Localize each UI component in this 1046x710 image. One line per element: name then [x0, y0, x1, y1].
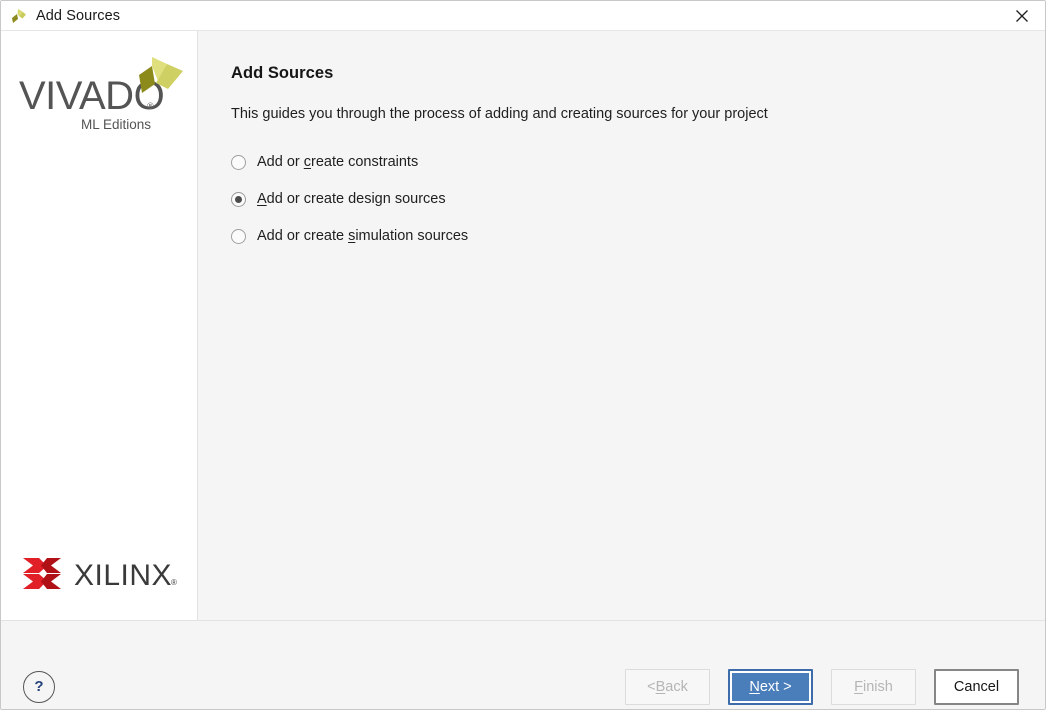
- svg-text:XILINX: XILINX: [74, 559, 172, 592]
- svg-text:ML Editions: ML Editions: [81, 117, 151, 132]
- page-description: This guides you through the process of a…: [231, 105, 1045, 124]
- wizard-button-bar: < Back Next > Finish Cancel: [625, 669, 1019, 705]
- radio-indicator: [231, 155, 246, 170]
- source-type-radio-group: Add or create constraints Add or create …: [231, 151, 1045, 248]
- radio-indicator: [231, 229, 246, 244]
- dialog-footer: ? < Back Next > Finish Cancel: [1, 620, 1045, 709]
- finish-button[interactable]: Finish: [831, 669, 916, 705]
- main-content: Add Sources This guides you through the …: [198, 31, 1045, 620]
- svg-text:®: ®: [171, 578, 177, 587]
- add-sources-dialog: Add Sources VIVADO ® ML Editions: [0, 0, 1046, 710]
- svg-text:®: ®: [147, 101, 154, 111]
- vivado-logo-icon: [10, 7, 28, 25]
- radio-option-label: Add or create simulation sources: [257, 227, 468, 246]
- help-icon: ?: [34, 679, 43, 694]
- help-button[interactable]: ?: [23, 671, 55, 703]
- vivado-product-logo: VIVADO ® ML Editions: [19, 57, 184, 135]
- close-button[interactable]: [999, 1, 1045, 31]
- radio-option-label: Add or create constraints: [257, 153, 418, 172]
- radio-option-label: Add or create design sources: [257, 190, 446, 209]
- xilinx-vendor-logo: XILINX ®: [21, 553, 179, 593]
- branding-sidebar: VIVADO ® ML Editions: [1, 31, 198, 620]
- cancel-button[interactable]: Cancel: [934, 669, 1019, 705]
- radio-option-constraints[interactable]: Add or create constraints: [231, 151, 418, 174]
- back-button[interactable]: < Back: [625, 669, 710, 705]
- window-title: Add Sources: [36, 8, 120, 24]
- page-title: Add Sources: [231, 63, 1045, 83]
- next-button[interactable]: Next >: [728, 669, 813, 705]
- dialog-body: VIVADO ® ML Editions: [1, 31, 1045, 620]
- radio-indicator: [231, 192, 246, 207]
- radio-option-simulation-sources[interactable]: Add or create simulation sources: [231, 225, 468, 248]
- title-bar: Add Sources: [1, 1, 1045, 31]
- radio-option-design-sources[interactable]: Add or create design sources: [231, 188, 446, 211]
